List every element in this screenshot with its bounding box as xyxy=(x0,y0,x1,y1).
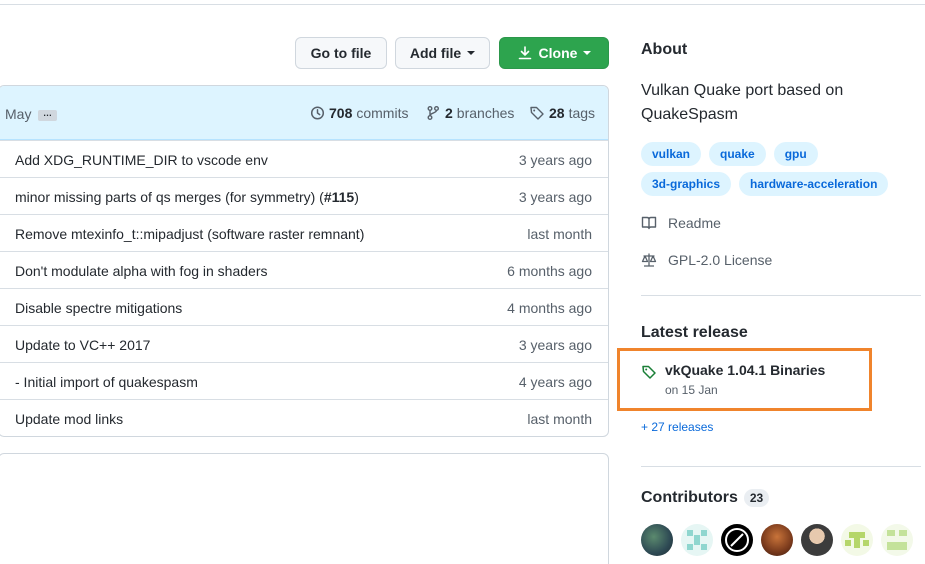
commit-message-link[interactable]: minor missing parts of qs merges (for sy… xyxy=(15,189,359,205)
commit-age: 4 years ago xyxy=(518,374,592,390)
repo-description: Vulkan Quake port based on QuakeSpasm xyxy=(641,82,844,123)
book-icon xyxy=(641,216,657,230)
commit-age: 3 years ago xyxy=(518,337,592,353)
file-row: Don't modulate alpha with fog in shaders… xyxy=(0,251,608,288)
avatar[interactable] xyxy=(681,524,713,556)
commit-message-link[interactable]: Update to VC++ 2017 xyxy=(15,337,150,353)
avatar[interactable] xyxy=(801,524,833,556)
commit-message-link[interactable]: Disable spectre mitigations xyxy=(15,300,182,316)
tag-icon xyxy=(530,106,544,120)
topic-tag[interactable]: gpu xyxy=(773,142,818,166)
avatar[interactable] xyxy=(841,524,873,556)
latest-release-heading: Latest release xyxy=(641,324,748,341)
file-row: minor missing parts of qs merges (for sy… xyxy=(0,177,608,214)
topic-tag[interactable]: 3d-graphics xyxy=(641,172,732,196)
clone-label: Clone xyxy=(538,45,578,61)
history-icon xyxy=(310,106,325,120)
law-icon xyxy=(641,253,657,267)
file-row: Update to VC++ 2017 3 years ago xyxy=(0,325,608,362)
branches-count: 2 xyxy=(445,105,453,121)
file-row: Disable spectre mitigations 4 months ago xyxy=(0,288,608,325)
file-listing: May … 708 commits 2 branches 28 tags Add… xyxy=(0,85,609,437)
avatar[interactable] xyxy=(761,524,793,556)
chevron-down-icon xyxy=(467,51,476,55)
contributors-heading: Contributors 23 xyxy=(641,489,770,507)
topic-tag[interactable]: hardware-acceleration xyxy=(739,172,889,196)
avatar[interactable] xyxy=(881,524,913,556)
commit-date: May xyxy=(5,106,32,122)
file-row: Update mod links last month xyxy=(0,399,608,436)
tags-link[interactable]: 28 tags xyxy=(529,105,595,121)
commit-age: last month xyxy=(527,226,592,242)
sidebar-divider xyxy=(641,466,921,467)
commit-message-text: minor missing parts of qs merges (for sy… xyxy=(15,189,324,205)
tags-label: tags xyxy=(568,105,596,121)
readme-label: Readme xyxy=(668,215,721,231)
contributor-avatars xyxy=(641,524,913,556)
top-divider xyxy=(0,4,925,5)
branches-link[interactable]: 2 branches xyxy=(425,105,514,121)
readme-link[interactable]: Readme xyxy=(641,215,721,231)
contributors-count: 23 xyxy=(743,489,770,507)
commit-message-link[interactable]: Remove mtexinfo_t::mipadjust (software r… xyxy=(15,226,364,242)
commit-message-link[interactable]: Don't modulate alpha with fog in shaders xyxy=(15,263,268,279)
branches-label: branches xyxy=(456,105,515,121)
commit-age: 3 years ago xyxy=(518,152,592,168)
file-row: Add XDG_RUNTIME_DIR to vscode env 3 year… xyxy=(0,140,608,177)
add-file-label: Add file xyxy=(409,45,462,61)
commit-age: 3 years ago xyxy=(518,189,592,205)
commit-age: 6 months ago xyxy=(507,263,592,279)
license-link[interactable]: GPL-2.0 License xyxy=(641,252,772,268)
avatar[interactable] xyxy=(721,524,753,556)
topic-list: vulkan quake gpu 3d-graphics hardware-ac… xyxy=(641,142,911,196)
highlight-box xyxy=(617,348,872,411)
commits-link[interactable]: 708 commits xyxy=(309,105,408,121)
go-to-file-button[interactable]: Go to file xyxy=(295,37,387,69)
commit-age: 4 months ago xyxy=(507,300,592,316)
commits-count: 708 xyxy=(329,105,353,121)
add-file-button[interactable]: Add file xyxy=(395,37,490,69)
file-row: Remove mtexinfo_t::mipadjust (software r… xyxy=(0,214,608,251)
latest-commit-header: May … 708 commits 2 branches 28 tags xyxy=(0,86,608,140)
commit-age: last month xyxy=(527,411,592,427)
about-heading: About xyxy=(641,41,688,58)
more-releases-link[interactable]: + 27 releases xyxy=(641,420,713,434)
chevron-down-icon xyxy=(583,51,592,55)
expand-commit-button[interactable]: … xyxy=(38,109,57,121)
readme-box xyxy=(0,453,609,564)
avatar[interactable] xyxy=(641,524,673,556)
commit-message-link[interactable]: Add XDG_RUNTIME_DIR to vscode env xyxy=(15,152,268,168)
contributors-label: Contributors xyxy=(641,489,738,506)
sidebar-divider xyxy=(641,295,921,296)
commit-message-link[interactable]: Update mod links xyxy=(15,411,123,427)
clone-button[interactable]: Clone xyxy=(499,37,609,69)
branch-icon xyxy=(427,106,439,120)
topic-tag[interactable]: vulkan xyxy=(641,142,702,166)
commits-label: commits xyxy=(356,105,409,121)
commit-message-end: ) xyxy=(354,189,359,205)
topic-tag[interactable]: quake xyxy=(709,142,766,166)
tags-count: 28 xyxy=(549,105,565,121)
license-label: GPL-2.0 License xyxy=(668,252,773,268)
file-row: - Initial import of quakespasm 4 years a… xyxy=(0,362,608,399)
go-to-file-label: Go to file xyxy=(310,45,372,61)
commit-message-link[interactable]: - Initial import of quakespasm xyxy=(15,374,198,390)
pull-request-link[interactable]: #115 xyxy=(324,189,354,205)
download-icon xyxy=(518,46,531,60)
